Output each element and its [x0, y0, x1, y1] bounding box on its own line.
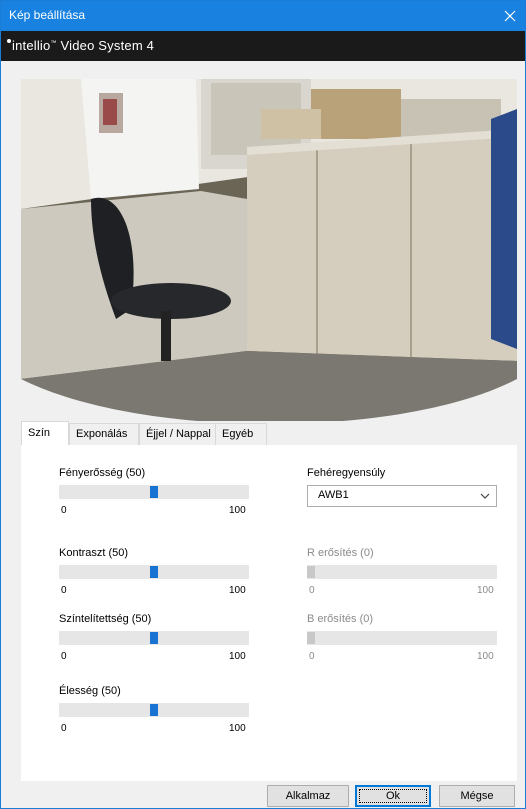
right_sliders-thumb[interactable] [307, 632, 315, 644]
white-balance-value: AWB1 [318, 489, 349, 501]
cancel-button[interactable]: Mégse [439, 785, 515, 807]
tab-ejjel-nappal[interactable]: Éjjel / Nappal [139, 423, 221, 445]
apply-button[interactable]: Alkalmaz [267, 785, 349, 807]
right_sliders-track[interactable] [307, 631, 497, 645]
left_sliders-thumb[interactable] [150, 704, 158, 716]
brand-logo: intellio™ Video System 4 [7, 38, 154, 53]
right_sliders-thumb[interactable] [307, 566, 315, 578]
right_sliders-min: 0 [309, 651, 315, 662]
tab-egyeb[interactable]: Egyéb [215, 423, 267, 445]
left_sliders-thumb[interactable] [150, 566, 158, 578]
left_sliders-max: 100 [229, 723, 246, 734]
chevron-down-icon [480, 491, 490, 501]
left_sliders-track[interactable] [59, 703, 249, 717]
dialog-window: Kép beállítása intellio™ Video System 4 [0, 0, 526, 809]
title-bar[interactable]: Kép beállítása [1, 1, 525, 31]
color-settings-panel: Fényerősség (50) 0 100 Kontraszt (50) 0 100 Sz… [21, 445, 517, 781]
window-title: Kép beállítása [9, 8, 86, 22]
brand-product: Video System 4 [60, 38, 155, 53]
left_sliders-track[interactable] [59, 631, 249, 645]
settings-tabs: Szín Exponálás Éjjel / Nappal Egyéb [21, 421, 517, 446]
right_sliders-label: R erősítés (0) [307, 547, 374, 559]
right_sliders-track[interactable] [307, 565, 497, 579]
ok-button[interactable]: Ok [355, 785, 431, 807]
camera-preview [21, 79, 517, 421]
left_sliders-label: Kontraszt (50) [59, 547, 129, 559]
white-balance-label: Fehéregyensúly [307, 467, 386, 479]
brand-name: intellio [12, 38, 51, 53]
left_sliders-track[interactable] [59, 565, 249, 579]
left_sliders-label: Színtelítettség (50) [59, 613, 152, 625]
left_sliders-min: 0 [61, 651, 67, 662]
left_sliders-label: Élesség (50) [59, 685, 121, 697]
white-balance-select[interactable]: AWB1 [307, 485, 497, 507]
left_sliders-max: 100 [229, 585, 246, 596]
left_sliders-thumb[interactable] [150, 486, 158, 498]
left_sliders-label: Fényerősség (50) [59, 467, 146, 479]
brand-bar: intellio™ Video System 4 [1, 31, 525, 61]
left_sliders-min: 0 [61, 585, 67, 596]
left_sliders-max: 100 [229, 651, 246, 662]
right_sliders-label: B erősítés (0) [307, 613, 374, 625]
left_sliders-thumb[interactable] [150, 632, 158, 644]
left_sliders-track[interactable] [59, 485, 249, 499]
left_sliders-max: 100 [229, 505, 246, 516]
right_sliders-max: 100 [477, 585, 494, 596]
button-bar: Alkalmaz Ok Mégse [1, 781, 525, 808]
tab-exponalas[interactable]: Exponálás [69, 423, 139, 445]
left_sliders-min: 0 [61, 723, 67, 734]
right_sliders-min: 0 [309, 585, 315, 596]
close-icon[interactable] [495, 1, 525, 31]
right_sliders-max: 100 [477, 651, 494, 662]
tab-szin[interactable]: Szín [21, 421, 69, 445]
left_sliders-min: 0 [61, 505, 67, 516]
